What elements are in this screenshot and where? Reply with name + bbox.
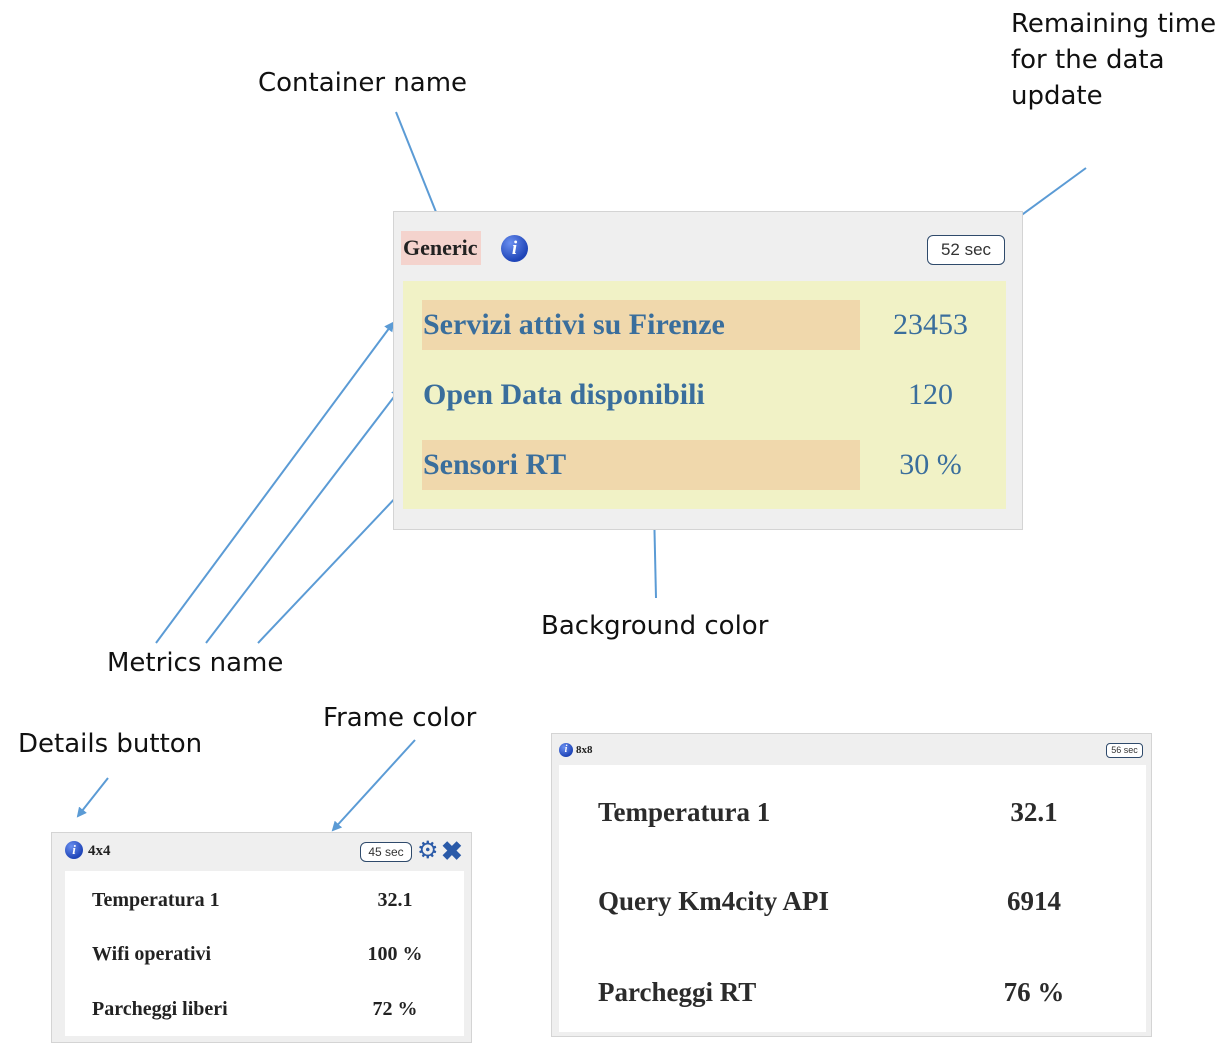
widget-body: Servizi attivi su Firenze 23453 Open Dat… (403, 281, 1006, 509)
metric-value: 32.1 (377, 889, 413, 911)
arrow-details-button (76, 777, 109, 818)
arrow-metric-1 (155, 321, 395, 644)
metric-name: Sensori RT (423, 448, 567, 481)
metric-name: Temperatura 1 (598, 797, 771, 827)
widget-body: Temperatura 1 32.1 Wifi operativi 100 % … (65, 871, 464, 1036)
metric-name: Query Km4city API (598, 886, 829, 916)
arrow-frame-color (331, 739, 416, 832)
widget-title: Generic (401, 231, 481, 265)
info-icon[interactable]: i (501, 235, 528, 262)
metric-value: 76 % (1003, 977, 1065, 1007)
update-timer-badge: 56 sec (1106, 743, 1143, 758)
info-icon[interactable]: i (65, 841, 83, 859)
widget-generic: Generic i 52 sec Servizi attivi su Firen… (393, 211, 1023, 530)
metric-value: 100 % (367, 943, 423, 965)
arrow-metric-2 (205, 387, 402, 644)
metric-name: Parcheggi RT (598, 977, 757, 1007)
metric-value: 30 % (899, 448, 962, 481)
arrow-container-name (395, 111, 442, 224)
metric-name: Parcheggi liberi (92, 998, 228, 1020)
widget-4x4: i 4x4 45 sec ⚙ ✖ Temperatura 1 32.1 Wifi… (51, 832, 472, 1043)
update-timer-badge: 45 sec (360, 842, 412, 862)
info-icon[interactable]: i (559, 743, 573, 757)
metric-value: 120 (908, 378, 953, 411)
close-icon[interactable]: ✖ (441, 837, 463, 865)
metric-name: Open Data disponibili (423, 378, 705, 411)
metric-name: Temperatura 1 (92, 889, 220, 911)
metric-value: 32.1 (1010, 797, 1058, 827)
metric-name: Wifi operativi (92, 943, 212, 965)
metric-value: 6914 (1007, 886, 1061, 916)
widget-title: 4x4 (88, 843, 111, 859)
gear-icon[interactable]: ⚙ (417, 838, 439, 864)
metric-name: Servizi attivi su Firenze (423, 308, 725, 341)
update-timer-badge: 52 sec (927, 235, 1005, 265)
metric-value: 72 % (372, 998, 418, 1020)
widget-title: 8x8 (576, 744, 593, 756)
widget-8x8: i 8x8 56 sec Temperatura 1 32.1 Query Km… (551, 733, 1152, 1037)
widget-body: Temperatura 1 32.1 Query Km4city API 691… (559, 765, 1146, 1032)
metric-value: 23453 (893, 308, 968, 341)
